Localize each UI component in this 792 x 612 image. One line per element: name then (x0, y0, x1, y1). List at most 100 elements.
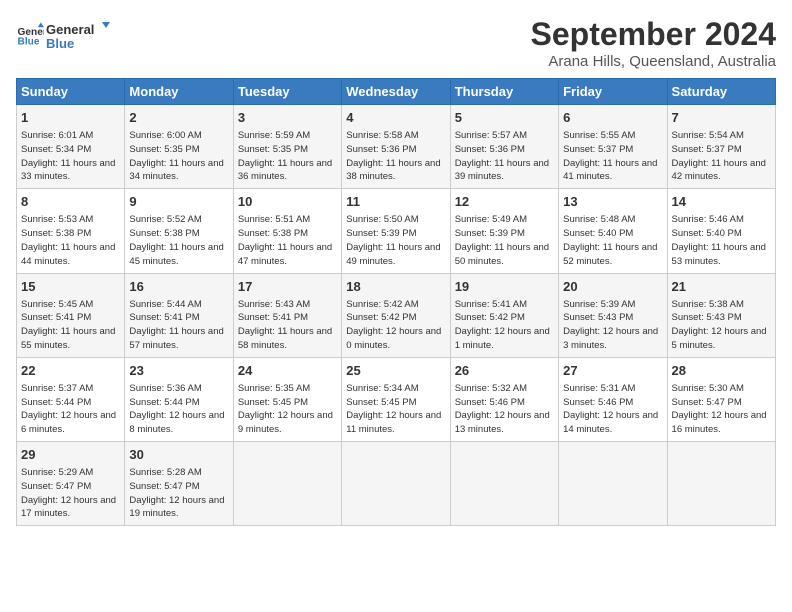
day-number: 2 (129, 109, 228, 127)
day-info: Sunrise: 5:41 AM Sunset: 5:42 PM Dayligh… (455, 298, 554, 353)
day-number: 10 (238, 193, 337, 211)
calendar-cell (559, 442, 667, 526)
week-row-4: 22 Sunrise: 5:37 AM Sunset: 5:44 PM Dayli… (17, 357, 776, 441)
day-number: 13 (563, 193, 662, 211)
header-thursday: Thursday (450, 79, 558, 105)
day-number: 11 (346, 193, 445, 211)
day-info: Sunrise: 6:01 AM Sunset: 5:34 PM Dayligh… (21, 129, 120, 184)
day-number: 20 (563, 278, 662, 296)
day-info: Sunrise: 5:50 AM Sunset: 5:39 PM Dayligh… (346, 213, 445, 268)
calendar-cell: 22 Sunrise: 5:37 AM Sunset: 5:44 PM Dayli… (17, 357, 125, 441)
day-number: 1 (21, 109, 120, 127)
calendar-cell: 13 Sunrise: 5:48 AM Sunset: 5:40 PM Dayli… (559, 189, 667, 273)
day-number: 22 (21, 362, 120, 380)
day-info: Sunrise: 5:28 AM Sunset: 5:47 PM Dayligh… (129, 466, 228, 521)
header-saturday: Saturday (667, 79, 775, 105)
calendar-cell: 23 Sunrise: 5:36 AM Sunset: 5:44 PM Dayli… (125, 357, 233, 441)
calendar-cell: 11 Sunrise: 5:50 AM Sunset: 5:39 PM Dayli… (342, 189, 450, 273)
day-info: Sunrise: 5:35 AM Sunset: 5:45 PM Dayligh… (238, 382, 337, 437)
day-info: Sunrise: 5:37 AM Sunset: 5:44 PM Dayligh… (21, 382, 120, 437)
week-row-3: 15 Sunrise: 5:45 AM Sunset: 5:41 PM Dayli… (17, 273, 776, 357)
calendar-cell: 27 Sunrise: 5:31 AM Sunset: 5:46 PM Dayli… (559, 357, 667, 441)
day-info: Sunrise: 5:48 AM Sunset: 5:40 PM Dayligh… (563, 213, 662, 268)
calendar-cell: 1 Sunrise: 6:01 AM Sunset: 5:34 PM Daylig… (17, 105, 125, 189)
calendar-cell: 30Sunrise: 5:28 AM Sunset: 5:47 PM Dayli… (125, 442, 233, 526)
day-number: 29 (21, 446, 120, 464)
day-info: Sunrise: 5:36 AM Sunset: 5:44 PM Dayligh… (129, 382, 228, 437)
day-info: Sunrise: 5:31 AM Sunset: 5:46 PM Dayligh… (563, 382, 662, 437)
subtitle: Arana Hills, Queensland, Australia (531, 53, 776, 70)
day-number: 26 (455, 362, 554, 380)
day-number: 24 (238, 362, 337, 380)
calendar-cell: 12 Sunrise: 5:49 AM Sunset: 5:39 PM Dayli… (450, 189, 558, 273)
calendar-cell: 14 Sunrise: 5:46 AM Sunset: 5:40 PM Dayli… (667, 189, 775, 273)
day-info: Sunrise: 5:30 AM Sunset: 5:47 PM Dayligh… (672, 382, 771, 437)
calendar-cell: 17Sunrise: 5:43 AM Sunset: 5:41 PM Dayli… (233, 273, 341, 357)
day-number: 6 (563, 109, 662, 127)
day-number: 27 (563, 362, 662, 380)
calendar-cell: 4 Sunrise: 5:58 AM Sunset: 5:36 PM Daylig… (342, 105, 450, 189)
day-number: 12 (455, 193, 554, 211)
calendar-cell (342, 442, 450, 526)
day-info: Sunrise: 5:39 AM Sunset: 5:43 PM Dayligh… (563, 298, 662, 353)
day-number: 15 (21, 278, 120, 296)
calendar-cell: 29 Sunrise: 5:29 AM Sunset: 5:47 PM Dayli… (17, 442, 125, 526)
calendar-cell: 18Sunrise: 5:42 AM Sunset: 5:42 PM Dayli… (342, 273, 450, 357)
calendar-cell: 19 Sunrise: 5:41 AM Sunset: 5:42 PM Dayli… (450, 273, 558, 357)
main-title: September 2024 (531, 16, 776, 53)
day-info: Sunrise: 5:58 AM Sunset: 5:36 PM Dayligh… (346, 129, 445, 184)
day-info: Sunrise: 5:38 AM Sunset: 5:43 PM Dayligh… (672, 298, 771, 353)
calendar-cell: 2Sunrise: 6:00 AM Sunset: 5:35 PM Daylig… (125, 105, 233, 189)
page-header: General Blue General Blue September 2024… (16, 16, 776, 70)
day-info: Sunrise: 5:57 AM Sunset: 5:36 PM Dayligh… (455, 129, 554, 184)
calendar-cell (450, 442, 558, 526)
day-info: Sunrise: 5:49 AM Sunset: 5:39 PM Dayligh… (455, 213, 554, 268)
header-sunday: Sunday (17, 79, 125, 105)
calendar-cell: 20 Sunrise: 5:39 AM Sunset: 5:43 PM Dayli… (559, 273, 667, 357)
day-info: Sunrise: 5:46 AM Sunset: 5:40 PM Dayligh… (672, 213, 771, 268)
day-number: 18 (346, 278, 445, 296)
day-number: 19 (455, 278, 554, 296)
title-block: September 2024 Arana Hills, Queensland, … (531, 16, 776, 70)
calendar-header-row: SundayMondayTuesdayWednesdayThursdayFrid… (17, 79, 776, 105)
calendar-cell: 9Sunrise: 5:52 AM Sunset: 5:38 PM Daylig… (125, 189, 233, 273)
day-number: 28 (672, 362, 771, 380)
day-number: 14 (672, 193, 771, 211)
logo-icon: General Blue (16, 21, 44, 49)
calendar-cell: 28 Sunrise: 5:30 AM Sunset: 5:47 PM Dayli… (667, 357, 775, 441)
logo: General Blue General Blue (16, 16, 116, 54)
header-tuesday: Tuesday (233, 79, 341, 105)
svg-text:General: General (46, 22, 94, 37)
day-number: 23 (129, 362, 228, 380)
day-number: 25 (346, 362, 445, 380)
week-row-1: 1 Sunrise: 6:01 AM Sunset: 5:34 PM Daylig… (17, 105, 776, 189)
day-info: Sunrise: 5:59 AM Sunset: 5:35 PM Dayligh… (238, 129, 337, 184)
day-number: 16 (129, 278, 228, 296)
day-number: 8 (21, 193, 120, 211)
calendar-cell: 25 Sunrise: 5:34 AM Sunset: 5:45 PM Dayli… (342, 357, 450, 441)
calendar-cell: 10Sunrise: 5:51 AM Sunset: 5:38 PM Dayli… (233, 189, 341, 273)
calendar-cell: 5Sunrise: 5:57 AM Sunset: 5:36 PM Daylig… (450, 105, 558, 189)
calendar-cell: 21Sunrise: 5:38 AM Sunset: 5:43 PM Dayli… (667, 273, 775, 357)
day-info: Sunrise: 5:44 AM Sunset: 5:41 PM Dayligh… (129, 298, 228, 353)
calendar-cell: 7Sunrise: 5:54 AM Sunset: 5:37 PM Daylig… (667, 105, 775, 189)
calendar-cell: 8Sunrise: 5:53 AM Sunset: 5:38 PM Daylig… (17, 189, 125, 273)
day-info: Sunrise: 5:54 AM Sunset: 5:37 PM Dayligh… (672, 129, 771, 184)
calendar-cell: 15 Sunrise: 5:45 AM Sunset: 5:41 PM Dayli… (17, 273, 125, 357)
day-info: Sunrise: 5:29 AM Sunset: 5:47 PM Dayligh… (21, 466, 120, 521)
week-row-2: 8Sunrise: 5:53 AM Sunset: 5:38 PM Daylig… (17, 189, 776, 273)
day-info: Sunrise: 5:55 AM Sunset: 5:37 PM Dayligh… (563, 129, 662, 184)
day-info: Sunrise: 5:45 AM Sunset: 5:41 PM Dayligh… (21, 298, 120, 353)
svg-text:Blue: Blue (18, 36, 40, 47)
calendar-cell: 26 Sunrise: 5:32 AM Sunset: 5:46 PM Dayli… (450, 357, 558, 441)
day-number: 3 (238, 109, 337, 127)
day-number: 4 (346, 109, 445, 127)
calendar-cell: 6 Sunrise: 5:55 AM Sunset: 5:37 PM Daylig… (559, 105, 667, 189)
day-number: 17 (238, 278, 337, 296)
day-info: Sunrise: 5:34 AM Sunset: 5:45 PM Dayligh… (346, 382, 445, 437)
header-friday: Friday (559, 79, 667, 105)
week-row-5: 29 Sunrise: 5:29 AM Sunset: 5:47 PM Dayli… (17, 442, 776, 526)
day-info: Sunrise: 5:32 AM Sunset: 5:46 PM Dayligh… (455, 382, 554, 437)
svg-text:Blue: Blue (46, 36, 74, 51)
calendar-cell (667, 442, 775, 526)
